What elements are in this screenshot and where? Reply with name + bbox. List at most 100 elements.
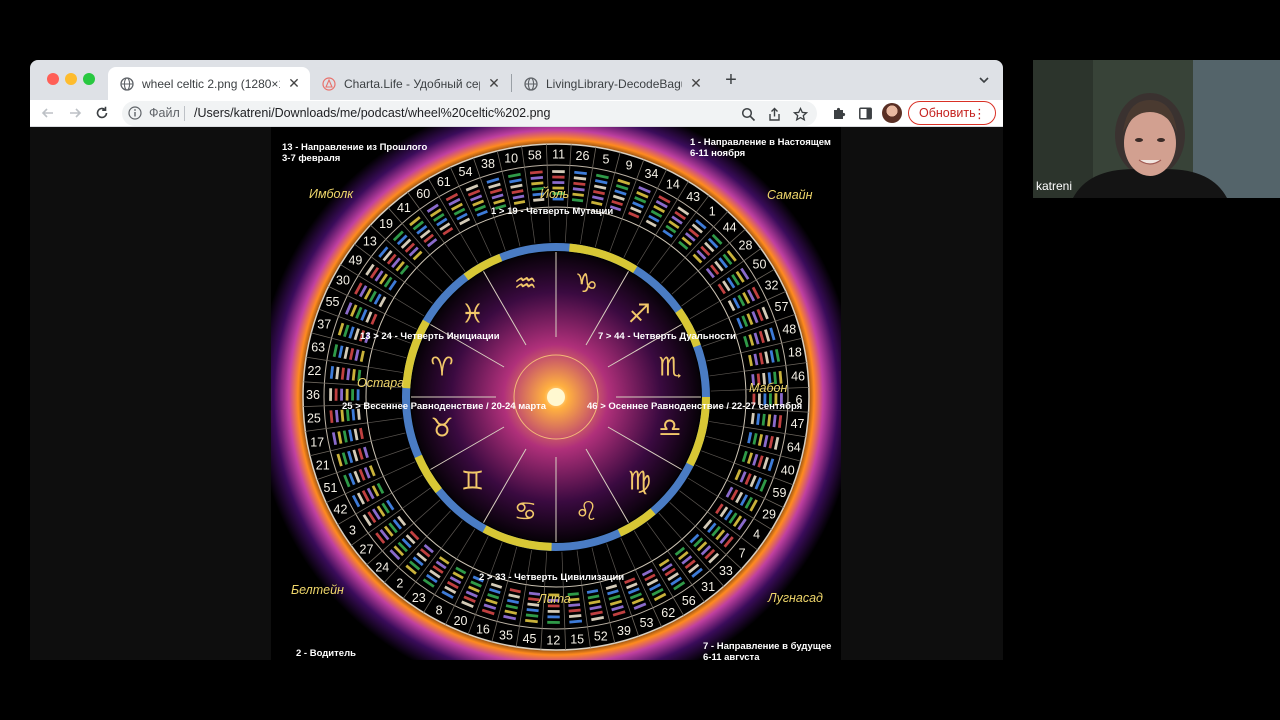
participant-name: katreni — [1036, 179, 1073, 193]
gate-number: 35 — [499, 628, 513, 642]
corner-label-line: 6-11 ноября — [690, 148, 746, 159]
hexagram-line — [574, 170, 587, 176]
close-window-button[interactable] — [47, 73, 59, 85]
zoom-icon[interactable] — [739, 105, 757, 123]
gate-number: 19 — [379, 217, 393, 231]
tab-charta-life[interactable]: Charta.Life - Удобный сервис ✕ — [310, 67, 510, 100]
gate-number: 63 — [311, 340, 325, 354]
hexagram-line — [573, 181, 586, 186]
gate-number: 64 — [787, 441, 801, 455]
hexagram-line — [767, 414, 772, 427]
more-options-icon[interactable]: ⋮ — [973, 106, 986, 122]
forward-button[interactable] — [65, 103, 85, 123]
zodiac-sign: ♍ — [628, 466, 651, 496]
close-tab-icon[interactable]: ✕ — [688, 75, 704, 92]
url-text[interactable]: /Users/katreni/Downloads/me/podcast/whee… — [194, 106, 550, 120]
close-tab-icon[interactable]: ✕ — [286, 75, 302, 92]
sidebar-panel-icon[interactable] — [856, 104, 874, 122]
close-tab-icon[interactable]: ✕ — [486, 75, 502, 92]
gate-number: 29 — [762, 507, 776, 521]
gate-number: 30 — [336, 274, 350, 288]
gate-number: 16 — [476, 622, 490, 636]
gate-number: 12 — [546, 633, 560, 647]
gate-number: 17 — [310, 435, 324, 449]
hexagram-line — [568, 614, 582, 619]
gate-number: 41 — [397, 201, 411, 215]
zodiac-sign: ♐ — [628, 300, 651, 330]
gate-number: 8 — [436, 604, 443, 618]
corner-label-line: 7 - Направление в будущее — [703, 641, 832, 652]
charta-icon — [322, 76, 336, 91]
corner-label-driver: 2 - Водитель — [296, 648, 356, 659]
gate-number: 26 — [576, 149, 590, 163]
bookmark-star-icon[interactable] — [791, 105, 809, 123]
quarter-duality: 7 > 44 - Четверть Дуальности — [598, 331, 736, 342]
corner-label-past: 13 - Направление из Прошлого 3-7 февраля — [282, 142, 427, 164]
tab-living-library[interactable]: LivingLibrary-DecodeBagua.0( ✕ — [512, 67, 712, 100]
gate-number: 48 — [782, 323, 796, 337]
zodiac-sign: ♒ — [514, 269, 537, 299]
reload-button[interactable] — [92, 103, 112, 123]
new-tab-button[interactable]: + — [723, 70, 739, 90]
arrow-left-icon — [41, 108, 53, 118]
share-icon[interactable] — [765, 105, 783, 123]
extensions-puzzle-icon[interactable] — [830, 104, 848, 122]
zoom-window-button[interactable] — [83, 73, 95, 85]
hexagram-line — [525, 613, 539, 618]
back-button[interactable] — [38, 103, 58, 123]
tab-title: wheel celtic 2.png (1280×1280) — [142, 76, 280, 91]
hexagram-line — [571, 198, 584, 203]
gate-number: 10 — [504, 152, 518, 166]
hexagram-line — [526, 608, 539, 613]
hexagram-line — [529, 170, 543, 175]
gate-number: 5 — [603, 153, 610, 167]
gate-number: 7 — [739, 547, 746, 561]
gate-number: 50 — [753, 258, 767, 272]
zodiac-sign: ♋ — [514, 497, 537, 527]
hexagram-line — [569, 619, 583, 624]
profile-avatar[interactable] — [882, 103, 902, 123]
hexagram-line — [750, 412, 755, 425]
gate-number: 62 — [661, 606, 675, 620]
gate-number: 40 — [781, 464, 795, 478]
gate-number: 42 — [334, 503, 348, 517]
reload-icon — [96, 106, 108, 119]
corner-label-line: 1 - Направление в Настоящем — [690, 137, 831, 148]
update-browser-button[interactable]: Обновить ⋮ — [908, 101, 996, 125]
zodiac-sign: ♏ — [658, 352, 681, 382]
festival-ostara: Остара — [357, 376, 405, 390]
gate-number: 56 — [682, 594, 696, 608]
tab-wheel-celtic[interactable]: wheel celtic 2.png (1280×1280) ✕ — [108, 67, 310, 100]
gate-number: 36 — [306, 388, 320, 402]
zodiac-sign: ♑ — [575, 269, 598, 299]
gate-number: 32 — [765, 278, 779, 292]
gate-number: 47 — [791, 417, 805, 431]
gate-number: 55 — [326, 295, 340, 309]
tab-strip: wheel celtic 2.png (1280×1280) ✕ Charta.… — [30, 60, 1003, 100]
browser-toolbar: Файл /Users/katreni/Downloads/me/podcast… — [30, 100, 1003, 127]
gate-number: 14 — [666, 177, 680, 191]
gate-number: 43 — [686, 190, 700, 204]
zodiac-sign: ♈ — [430, 352, 453, 382]
hexagram-line — [772, 414, 777, 428]
gate-number: 9 — [626, 159, 633, 173]
quarter-mutation: 1 > 19 - Четверть Мутации — [491, 206, 614, 217]
hexagram-line — [573, 176, 587, 181]
festival-lughnasadh: Лугнасад — [768, 591, 823, 605]
chevron-down-icon[interactable] — [976, 72, 992, 88]
gate-number: 18 — [788, 346, 802, 360]
info-icon[interactable] — [128, 106, 142, 120]
festival-litha: Лита — [538, 592, 571, 606]
hexagram-line — [340, 367, 345, 380]
address-bar[interactable]: Файл /Users/katreni/Downloads/me/podcast… — [122, 101, 817, 126]
webcam-video: katreni — [1033, 60, 1280, 198]
gate-number: 59 — [773, 486, 787, 500]
gate-number: 52 — [594, 629, 608, 643]
gate-number: 60 — [416, 187, 430, 201]
gate-number: 23 — [412, 591, 426, 605]
gate-number: 27 — [360, 543, 374, 557]
gate-number: 25 — [307, 412, 321, 426]
hexagram-line — [756, 413, 761, 425]
hexagram-line — [525, 618, 538, 624]
minimize-window-button[interactable] — [65, 73, 77, 85]
